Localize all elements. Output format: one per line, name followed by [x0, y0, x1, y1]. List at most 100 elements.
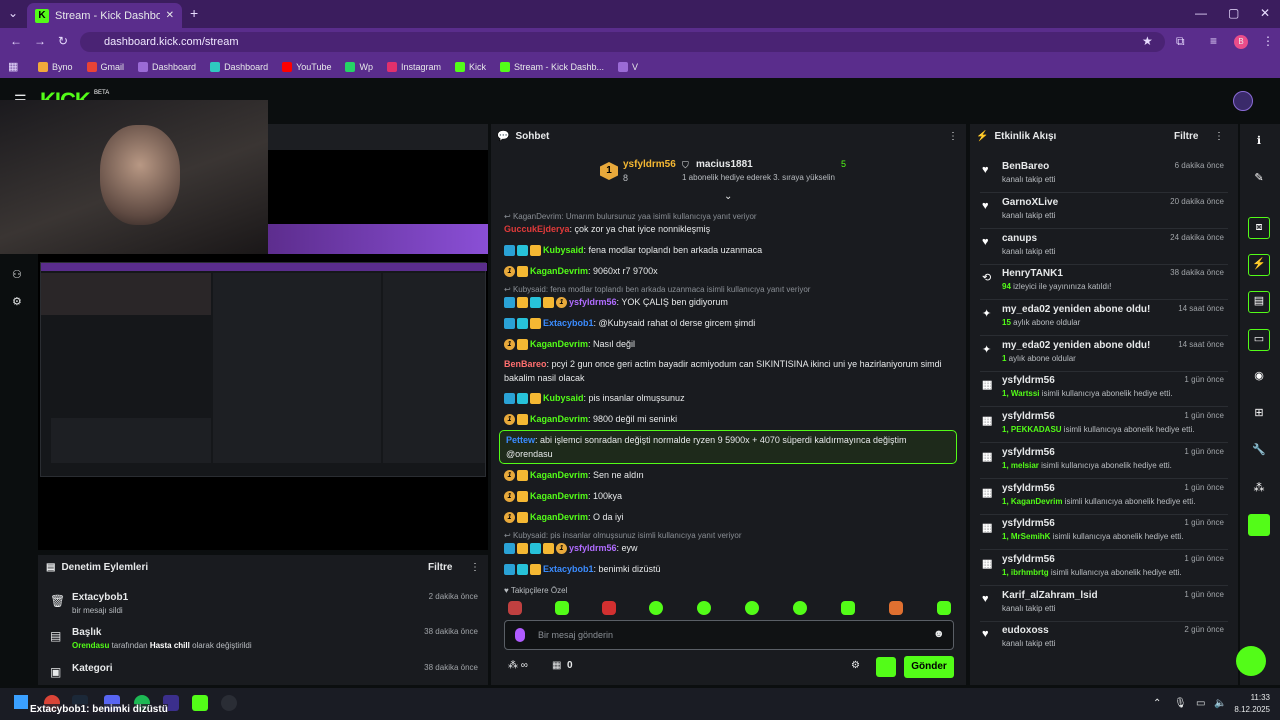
browser-tab[interactable]: K Stream - Kick Dashboard ✕	[27, 3, 182, 28]
emote-item[interactable]	[793, 601, 807, 615]
media-icon[interactable]: ≡	[1210, 34, 1217, 48]
reload-icon[interactable]: ↻	[58, 34, 68, 48]
activity-item: ♥ BenBareo kanalı takip etti 6 dakika önce	[980, 158, 1228, 193]
emote-item[interactable]	[508, 601, 522, 615]
activity-more-icon[interactable]: ⋮	[1214, 131, 1224, 142]
apps-grid-icon[interactable]: ▦	[8, 60, 18, 73]
emote-item[interactable]	[889, 601, 903, 615]
bookmark-item[interactable]: Gmail	[86, 62, 124, 72]
volume-tray-icon[interactable]: 🔈	[1214, 698, 1226, 709]
display-tray-icon[interactable]: ▭	[1196, 698, 1205, 709]
heart-icon: ♥	[982, 628, 989, 640]
emote-item[interactable]	[697, 601, 711, 615]
bookmark-item[interactable]: Wp	[345, 62, 373, 72]
tab-search-icon[interactable]: ⌄	[8, 6, 18, 20]
profile-avatar[interactable]: B	[1234, 35, 1248, 49]
new-tab-icon[interactable]: +	[190, 5, 198, 21]
bookmark-star-icon[interactable]: ★	[1142, 34, 1153, 48]
chat-input-box[interactable]: Bir mesaj gönderin ☻	[504, 620, 954, 650]
edit-pencil-icon[interactable]: ✎	[1250, 169, 1268, 187]
emote-item[interactable]	[937, 601, 951, 615]
activity-filter-button[interactable]: Filtre	[1174, 131, 1198, 142]
emote-item[interactable]	[649, 601, 663, 615]
top-gifter-name[interactable]: ysfyldrm56	[623, 159, 676, 170]
layout-icon[interactable]: ⊞	[1250, 404, 1268, 422]
gifter-shield-icon: ⛉	[682, 160, 689, 170]
back-icon[interactable]: ←	[10, 34, 22, 48]
bookmark-item[interactable]: YouTube	[282, 62, 331, 72]
chat-settings-icon[interactable]: ⚙	[851, 660, 860, 671]
url-field[interactable]: dashboard.kick.com/stream	[80, 32, 1165, 52]
extensions-icon[interactable]: ⧉	[1176, 34, 1185, 49]
info-icon[interactable]: ℹ	[1250, 132, 1268, 150]
activity-icon: ⚡	[976, 131, 989, 142]
share-icon[interactable]: ⁂	[1250, 479, 1268, 497]
bookmark-item[interactable]: V	[618, 62, 638, 72]
emote-item[interactable]	[745, 601, 759, 615]
send-button[interactable]: Gönder	[904, 656, 954, 678]
channel-points-icon[interactable]: ⁂ ∞	[508, 660, 528, 671]
resub-sparkle-icon: ✦	[982, 344, 992, 356]
bookmarks-bar: Byno Gmail Dashboard Dashboard YouTube W…	[0, 56, 1280, 78]
bookmark-item[interactable]: Dashboard	[138, 62, 196, 72]
microphone-icon[interactable]	[515, 628, 525, 642]
trash-icon: 🗑	[50, 594, 66, 608]
bookmark-item[interactable]: Instagram	[386, 62, 441, 72]
microphone-tray-icon[interactable]: 🎙	[1174, 698, 1187, 709]
lightning-icon[interactable]: ⚡	[1248, 254, 1270, 276]
chat-message: Extacybob1: @Kubysaid rahat ol derse gir…	[504, 316, 954, 330]
chat-bubble-icon[interactable]: ▭	[1248, 329, 1270, 351]
obs-taskbar-icon[interactable]	[221, 695, 237, 711]
support-headset-icon[interactable]	[1236, 646, 1266, 676]
activity-item: ♥ GarnoXLive kanalı takip etti 20 dakika ön…	[980, 194, 1228, 229]
bookmark-item[interactable]: Byno	[38, 62, 73, 72]
user-avatar[interactable]	[1233, 91, 1253, 111]
bookmark-item[interactable]: Dashboard	[210, 62, 268, 72]
moderation-filter-button[interactable]: Filtre	[428, 562, 452, 573]
chevron-down-icon[interactable]: ⌄	[724, 191, 732, 202]
emote-item[interactable]	[841, 601, 855, 615]
heart-icon: ♥	[982, 200, 989, 212]
browser-menu-icon[interactable]: ⋮	[1262, 34, 1274, 48]
chat-more-icon[interactable]: ⋮	[948, 131, 958, 142]
close-window-icon[interactable]: ✕	[1260, 6, 1270, 20]
clip-icon[interactable]: ⧈	[1248, 217, 1270, 239]
minimize-icon[interactable]: —	[1195, 6, 1207, 20]
kick-taskbar-icon[interactable]	[192, 695, 208, 711]
activity-item: ⟲ HenryTANK1 94 izleyici ile yayınınıza ka…	[980, 265, 1228, 300]
emoji-icon[interactable]: ☻	[933, 628, 945, 640]
chat-message: Kubysaid: fena modlar toplandı ben arkad…	[504, 243, 954, 257]
clock-time[interactable]: 11:33	[1246, 693, 1270, 702]
bookmark-item[interactable]: Stream - Kick Dashb...	[500, 62, 604, 72]
emote-item[interactable]	[555, 601, 569, 615]
maximize-icon[interactable]: ▢	[1228, 6, 1239, 20]
tray-chevron-icon[interactable]: ⌃	[1153, 698, 1161, 709]
gift-sub-icon: ▦	[982, 558, 993, 570]
tab-close-icon[interactable]: ✕	[166, 10, 174, 21]
moderation-more-icon[interactable]: ⋮	[470, 562, 480, 573]
kick-app-icon[interactable]	[1248, 514, 1270, 536]
users-icon[interactable]: ⚇	[12, 268, 22, 281]
kick-emote-button[interactable]	[876, 657, 896, 677]
activity-item: ▦ ysfyldrm56 1, KaganDevrim isimli kullanı…	[980, 480, 1228, 515]
second-gifter-name[interactable]: macius1881	[696, 159, 753, 170]
badge-icon	[517, 266, 528, 278]
wrench-icon[interactable]: 🔧	[1250, 441, 1268, 459]
bookmark-item[interactable]: Kick	[455, 62, 486, 72]
clock-date[interactable]: 8.12.2025	[1232, 705, 1270, 714]
chat-message: 1 KaganDevrim: O da iyi	[504, 510, 954, 524]
gift-icon[interactable]: ▦	[552, 660, 561, 671]
emote-item[interactable]	[602, 601, 616, 615]
chat-message: GuccukEjderya: çok zor ya chat iyice non…	[504, 224, 711, 234]
moderation-icon: ▤	[46, 562, 56, 573]
settings-gear-icon[interactable]: ⚙	[12, 295, 22, 308]
resub-sparkle-icon: ✦	[982, 308, 992, 320]
forward-icon[interactable]: →	[34, 34, 46, 48]
activity-title: Etkinlik Akışı	[994, 131, 1057, 142]
windows-start-icon[interactable]	[14, 695, 28, 709]
broadcast-icon[interactable]: ◉	[1250, 367, 1268, 385]
activity-item: ✦ my_eda02 yeniden abone oldu! 15 aylık ab…	[980, 301, 1228, 336]
preview-header	[268, 124, 488, 150]
document-icon[interactable]: ▤	[1248, 291, 1270, 313]
activity-item: ✦ my_eda02 yeniden abone oldu! 1 aylık abo…	[980, 337, 1228, 372]
